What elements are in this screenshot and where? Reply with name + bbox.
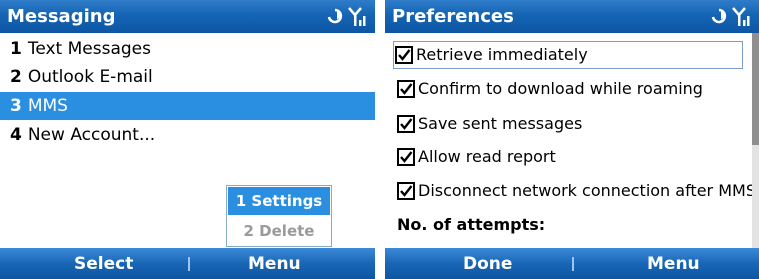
- status-icons: [709, 5, 753, 27]
- menu-item-label: Text Messages: [27, 39, 151, 59]
- menu-item-label: New Account...: [27, 125, 156, 145]
- screen-title: Preferences: [392, 6, 514, 27]
- pref-allow-read-report[interactable]: Allow read report: [395, 143, 739, 171]
- pref-label: Disconnect network connection after MMS: [418, 181, 756, 200]
- attempts-label: No. of attempts:: [397, 215, 546, 234]
- pref-save-sent-messages[interactable]: Save sent messages: [395, 110, 739, 138]
- screen-title: Messaging: [7, 6, 116, 27]
- pref-retrieve-immediately[interactable]: Retrieve immediately: [393, 41, 743, 69]
- status-icons: [325, 5, 369, 27]
- menu-item-mms[interactable]: 3 MMS: [0, 92, 375, 120]
- data-connection-icon: [711, 7, 750, 26]
- popup-item-delete: 2 Delete: [243, 222, 315, 240]
- menu-item-label: Outlook E-mail: [27, 67, 153, 87]
- messaging-screen: Messaging 1 Text Messages 2 Outlook E-mail…: [0, 0, 375, 279]
- pref-disconnect-after-mms[interactable]: Disconnect network connection after MMS: [395, 177, 756, 205]
- menu-softkey[interactable]: Menu: [647, 254, 700, 274]
- context-menu-popup: 1 Settings 2 Delete: [226, 185, 332, 247]
- data-connection-icon: [327, 7, 366, 26]
- pref-confirm-download-roaming[interactable]: Confirm to download while roaming: [395, 75, 739, 103]
- menu-item-new-account[interactable]: 4 New Account...: [0, 121, 375, 149]
- menu-softkey[interactable]: Menu: [248, 254, 301, 274]
- softkey-divider: [187, 257, 190, 271]
- popup-item-settings[interactable]: 1 Settings: [228, 187, 330, 215]
- menu-item-label: MMS: [27, 96, 68, 116]
- softkey-divider: [572, 257, 574, 271]
- pref-label: Retrieve immediately: [416, 45, 588, 64]
- scrollbar-thumb[interactable]: [752, 33, 759, 145]
- pref-label: Allow read report: [418, 147, 556, 166]
- checkbox-checked-icon[interactable]: [397, 182, 415, 200]
- checkbox-checked-icon[interactable]: [395, 46, 413, 64]
- menu-item-text-messages[interactable]: 1 Text Messages: [0, 35, 375, 63]
- done-softkey[interactable]: Done: [463, 254, 512, 274]
- checkbox-checked-icon[interactable]: [397, 148, 415, 166]
- menu-item-outlook-email[interactable]: 2 Outlook E-mail: [0, 63, 375, 91]
- title-bar: Messaging: [0, 0, 375, 33]
- pref-label: Confirm to download while roaming: [418, 79, 703, 98]
- checkbox-checked-icon[interactable]: [397, 115, 415, 133]
- checkbox-checked-icon[interactable]: [397, 80, 415, 98]
- title-bar: Preferences: [385, 0, 759, 33]
- scrollbar[interactable]: [752, 33, 759, 248]
- softkey-bar: Select Menu: [0, 248, 375, 279]
- select-softkey[interactable]: Select: [74, 254, 133, 274]
- pref-label: Save sent messages: [418, 114, 583, 133]
- preferences-screen: Preferences Retrieve immediately Confirm…: [385, 0, 759, 279]
- softkey-bar: Done Menu: [385, 248, 759, 279]
